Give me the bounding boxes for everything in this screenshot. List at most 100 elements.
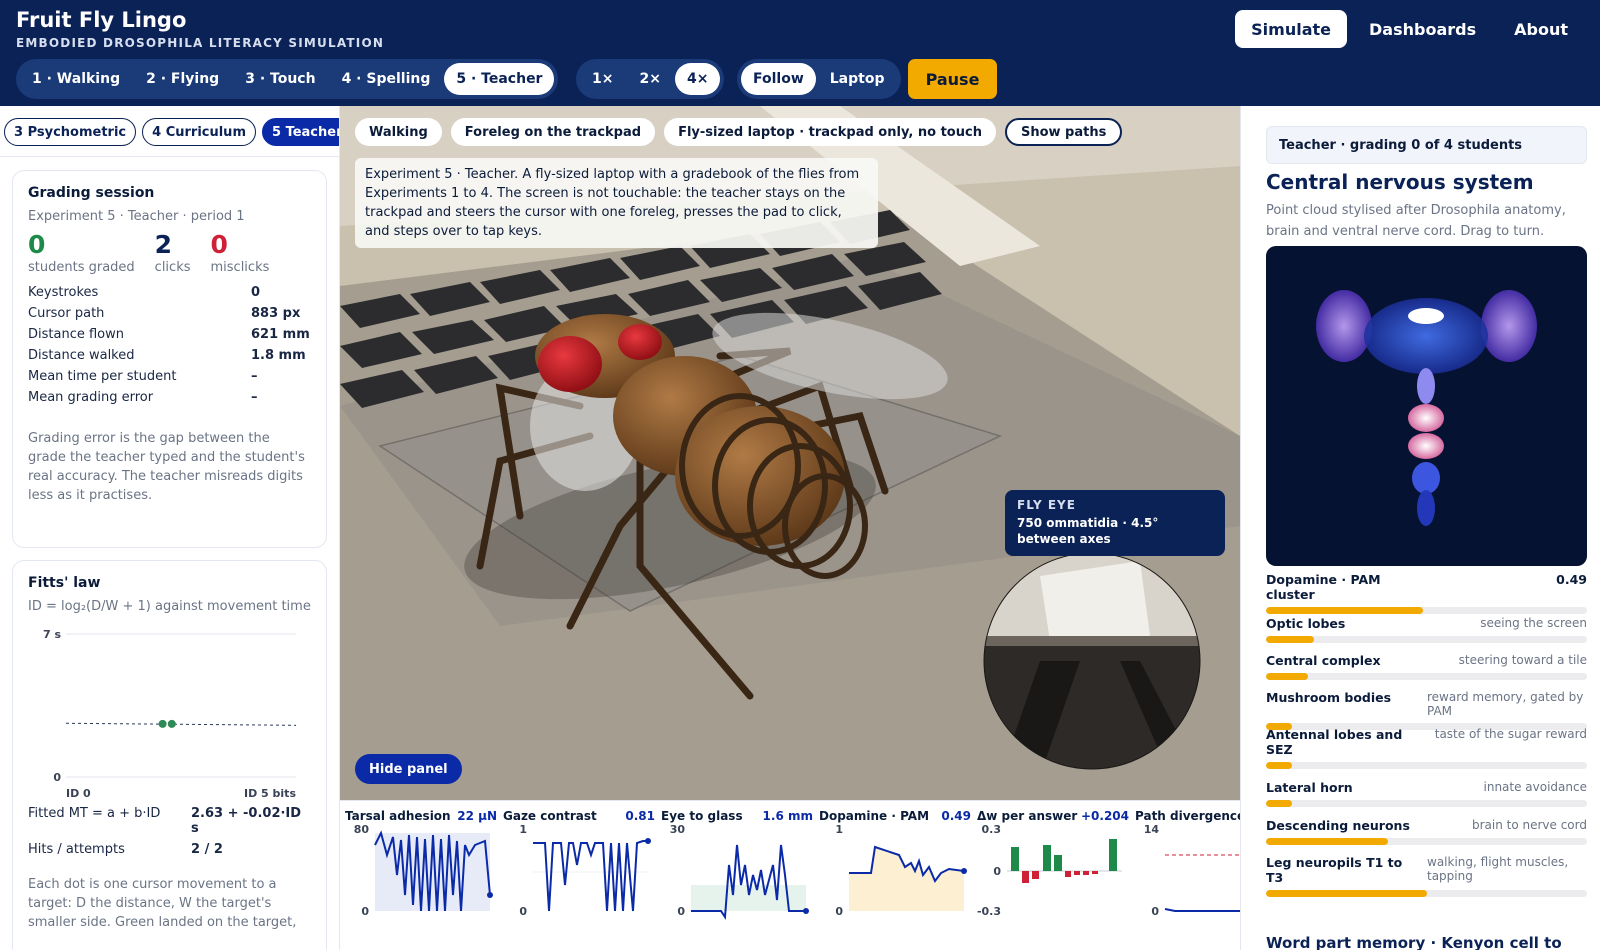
spark-label: Gaze contrast [503, 809, 597, 823]
region-activity-fill [1266, 762, 1292, 769]
bar-negative [1083, 871, 1089, 875]
region-name: Antennal lobes and SEZ [1266, 727, 1403, 757]
stat-label: students graded [28, 260, 135, 275]
region-activity-bar [1266, 800, 1587, 807]
region-name: Dopamine · PAM cluster [1266, 572, 1381, 602]
nav-about[interactable]: About [1498, 10, 1584, 48]
cns-point-cloud[interactable] [1266, 246, 1587, 566]
speed-4x-button[interactable]: 4× [674, 63, 721, 95]
series-line [1164, 908, 1240, 912]
y-max: 14 [1144, 825, 1160, 836]
app-title: Fruit Fly Lingo [16, 8, 187, 32]
y-max: 1 [519, 825, 527, 836]
metric-label: Mean time per student [28, 369, 177, 384]
region-1: Optic lobes seeing the screen [1266, 616, 1587, 643]
bar-negative [1065, 871, 1071, 877]
speed-1x-button[interactable]: 1× [580, 63, 625, 95]
scene-chips: Walking Foreleg on the trackpad Fly-size… [355, 118, 1123, 146]
bar-positive [1054, 855, 1062, 871]
metric-row: Distance walked 1.8 mm [28, 348, 311, 363]
top-bar: Fruit Fly Lingo EMBODIED DROSOPHILA LITE… [0, 0, 1600, 106]
camera-laptop-button[interactable]: Laptop [818, 63, 897, 95]
x-tick-left: ID 0 [66, 787, 91, 800]
abdominal-ganglion [1417, 490, 1435, 526]
tab-teacher[interactable]: 5 Teacher [262, 118, 339, 146]
chip-mode: Walking [355, 118, 442, 146]
metric-value: 883 px [251, 306, 301, 321]
series-end-dot [645, 838, 651, 844]
spark-eye-to-glass: Eye to glass 1.6 mm 30 0 [661, 809, 813, 939]
camera-follow-button[interactable]: Follow [741, 63, 816, 95]
y-max: 80 [354, 825, 370, 836]
metric-row: Distance flown 621 mm [28, 327, 311, 342]
camera-selector: Follow Laptop [737, 59, 901, 99]
show-paths-button[interactable]: Show paths [1004, 118, 1123, 146]
hits-label: Hits / attempts [28, 842, 125, 857]
region-activity-bar [1266, 838, 1587, 845]
spark-label: Tarsal adhesion [345, 809, 451, 823]
y-min: 0 [519, 905, 527, 918]
series-end-dot [961, 868, 967, 874]
series-end-dot [487, 892, 493, 898]
y-min: -0.3 [977, 905, 1001, 918]
y-min: 0 [835, 905, 843, 918]
stat-misclicks: 0 misclicks [211, 230, 270, 275]
experiment-4-button[interactable]: 4 · Spelling [330, 63, 443, 95]
region-row: Antennal lobes and SEZ taste of the sugar… [1266, 727, 1587, 757]
pause-button[interactable]: Pause [908, 59, 997, 99]
y-max: 30 [670, 825, 686, 836]
bar-negative [1022, 871, 1029, 883]
spark-plot: 0.3 0 -0.3 [977, 825, 1122, 918]
region-description: walking, flight muscles, tapping [1427, 855, 1569, 883]
spark-path-divergence: Path divergence 14 0 [1135, 809, 1240, 939]
tab-psychometric[interactable]: 3 Psychometric [4, 118, 137, 146]
nav-dashboards[interactable]: Dashboards [1353, 10, 1492, 48]
spark-label: Δw per answer [977, 809, 1078, 823]
region-5: Lateral horn innate avoidance [1266, 780, 1587, 807]
card-title: Fitts' law [28, 575, 101, 591]
y-mid: 0 [993, 865, 1001, 878]
experiment-3-button[interactable]: 3 · Touch [233, 63, 327, 95]
metric-row: Keystrokes 0 [28, 285, 311, 300]
spark-plot: 1 0 [519, 825, 651, 918]
y-tick-bottom: 0 [53, 771, 61, 784]
fitts-points [158, 719, 176, 728]
divider [0, 156, 339, 157]
region-6: Descending neurons brain to nerve cord [1266, 818, 1587, 845]
metric-label: Distance flown [28, 327, 124, 342]
nav-simulate[interactable]: Simulate [1235, 10, 1348, 48]
region-name: Mushroom bodies [1266, 690, 1392, 705]
region-activity-fill [1266, 636, 1315, 643]
card-subtitle: Experiment 5 · Teacher · period 1 [28, 209, 245, 224]
experiment-selector: 1 · Walking 2 · Flying 3 · Touch 4 · Spe… [16, 59, 559, 99]
region-row: Lateral horn innate avoidance [1266, 780, 1587, 795]
metrics-list: Keystrokes 0 Cursor path 883 px Distance f… [28, 285, 311, 405]
card-title: Grading session [28, 185, 155, 201]
metric-label: Cursor path [28, 306, 105, 321]
stat-value: 2 [154, 230, 173, 259]
left-panel: 3 Psychometric 4 Curriculum 5 Teacher Gr… [0, 106, 340, 950]
region-activity-fill [1266, 890, 1427, 897]
fly-eye-detail: 750 ommatidia · 4.5° between axes [1017, 516, 1159, 546]
spark-label: Path divergence [1135, 809, 1240, 823]
experiment-5-button[interactable]: 5 · Teacher [444, 63, 555, 95]
series-end-dot [803, 908, 809, 914]
speed-2x-button[interactable]: 2× [627, 63, 672, 95]
spark-label: Eye to glass [661, 809, 743, 823]
spark-label: Dopamine · PAM [819, 809, 930, 823]
x-tick-right: ID 5 bits [244, 787, 296, 800]
experiment-1-button[interactable]: 1 · Walking [20, 63, 132, 95]
region-row: Mushroom bodies reward memory, gated by P… [1266, 690, 1587, 718]
fly-eye-right [618, 324, 662, 360]
simulation-viewport[interactable]: Walking Foreleg on the trackpad Fly-size… [340, 106, 1240, 800]
hide-panel-button[interactable]: Hide panel [355, 754, 462, 784]
region-row: Dopamine · PAM cluster 0.49 [1266, 572, 1587, 602]
y-min: 0 [361, 905, 369, 918]
region-activity-fill [1266, 838, 1388, 845]
tab-curriculum[interactable]: 4 Curriculum [142, 118, 256, 146]
region-row: Central complex steering toward a tile [1266, 653, 1587, 668]
region-activity-bar [1266, 762, 1587, 769]
metric-label: Mean grading error [28, 390, 154, 405]
fit-row: Fitted MT = a + b·ID 2.63 + -0.02·ID s [28, 806, 311, 836]
experiment-2-button[interactable]: 2 · Flying [134, 63, 231, 95]
